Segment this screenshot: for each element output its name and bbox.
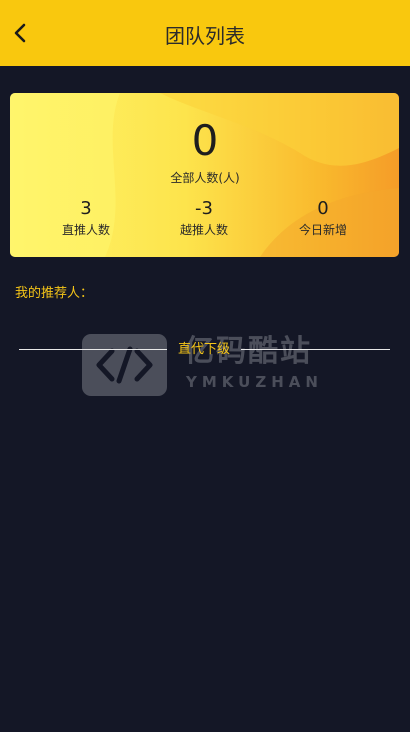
my-referrer-label: 我的推荐人： [15,286,94,301]
section-divider-left [19,349,167,350]
direct-subordinates-title: 直代下级 [177,342,230,357]
indirect-referrals-stat[interactable]: -3 越推人数 [149,197,259,239]
today-new-stat[interactable]: 0 今日新增 [268,197,378,239]
today-new-count: 0 [317,198,329,219]
top-bar: 团队列表 [0,0,410,66]
indirect-referrals-count: -3 [195,198,213,219]
direct-referrals-label: 直推人数 [61,223,110,237]
page-title: 团队列表 [165,24,245,48]
watermark-subtext: YMKUZHAN [186,373,323,391]
section-divider-right [241,349,390,350]
today-new-label: 今日新增 [298,223,347,237]
direct-referrals-stat[interactable]: 3 直推人数 [31,197,141,239]
chevron-left-icon [14,23,26,43]
indirect-referrals-label: 越推人数 [179,223,228,237]
total-member-label: 全部人数(人) [170,171,240,185]
code-brackets-icon [82,334,167,396]
back-button[interactable] [8,20,34,46]
direct-referrals-count: 3 [80,198,92,219]
total-member-count: 0 [191,116,219,165]
